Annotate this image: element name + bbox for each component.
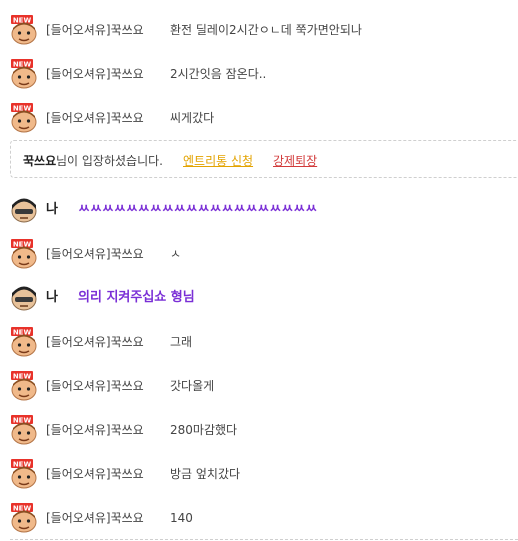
entry-notice: 꾹쓰요 님이 입장하셨습니다. 엔트리통 신청 강제퇴장: [10, 140, 518, 178]
chat-message-text: 씨게갔다: [170, 111, 215, 125]
my-message-text: 의리 지켜주십쇼 형님: [78, 290, 195, 305]
chat-nickname[interactable]: [들어오셔유]꾹쓰요: [46, 378, 144, 394]
new-user-avatar-icon: NEW: [10, 503, 38, 533]
my-avatar-icon: [10, 196, 38, 226]
chat-log: NEW [들어오셔유]꾹쓰요 환전 딜레이2시간ㅇㄴ데 쭉가면안되나 NEW […: [0, 0, 518, 541]
chat-message-text: 갓다올게: [170, 379, 215, 393]
new-user-avatar-icon: NEW: [10, 371, 38, 401]
chat-message: NEW [들어오셔유]꾹쓰요 환전 딜레이2시간ㅇㄴ데 쭉가면안되나: [0, 8, 518, 52]
chat-message-text: 그래: [170, 335, 193, 349]
new-user-avatar-icon: NEW: [10, 415, 38, 445]
chat-message: NEW [들어오셔유]꾹쓰요 280마감했다: [0, 408, 518, 452]
entry-request-link[interactable]: 엔트리통 신청: [183, 152, 253, 169]
chat-message: NEW [들어오셔유]꾹쓰요 씨게갔다: [0, 96, 518, 140]
chat-nickname[interactable]: [들어오셔유]꾹쓰요: [46, 22, 144, 38]
chat-message-text: 방금 엎치갔다: [170, 467, 241, 481]
chat-nickname[interactable]: [들어오셔유]꾹쓰요: [46, 334, 144, 350]
my-avatar-icon: [10, 284, 38, 314]
notice-text: 님이 입장하셨습니다.: [56, 154, 163, 168]
my-nickname: 나: [46, 202, 58, 217]
chat-nickname[interactable]: [들어오셔유]꾹쓰요: [46, 510, 144, 526]
chat-message: NEW [들어오셔유]꾹쓰요 ㅅ: [0, 232, 518, 276]
kick-user-link[interactable]: 강제퇴장: [273, 152, 317, 169]
new-user-avatar-icon: NEW: [10, 239, 38, 269]
my-message-text: ㅆㅆㅆㅆㅆㅆㅆㅆㅆㅆㅆㅆㅆㅆㅆㅆㅆㅆㅆㅆ: [78, 202, 318, 217]
new-user-avatar-icon: NEW: [10, 103, 38, 133]
new-user-avatar-icon: NEW: [10, 59, 38, 89]
chat-nickname[interactable]: [들어오셔유]꾹쓰요: [46, 246, 144, 262]
chat-message-text: 280마감했다: [170, 423, 238, 437]
chat-message-text: 140: [170, 511, 193, 525]
bottom-divider: [10, 539, 518, 540]
chat-nickname[interactable]: [들어오셔유]꾹쓰요: [46, 466, 144, 482]
new-user-avatar-icon: NEW: [10, 459, 38, 489]
new-user-avatar-icon: NEW: [10, 327, 38, 357]
chat-message-text: 2시간잇음 잠온다..: [170, 67, 267, 81]
chat-message: NEW [들어오셔유]꾹쓰요 방금 엎치갔다: [0, 452, 518, 496]
chat-message-text: ㅅ: [170, 247, 182, 261]
chat-message: NEW [들어오셔유]꾹쓰요 2시간잇음 잠온다..: [0, 52, 518, 96]
chat-message-text: 환전 딜레이2시간ㅇㄴ데 쭉가면안되나: [170, 23, 362, 37]
chat-message-mine: 나 의리 지켜주십쇼 형님: [0, 276, 518, 320]
notice-username[interactable]: 꾹쓰요: [23, 152, 56, 169]
chat-message: NEW [들어오셔유]꾹쓰요 그래: [0, 320, 518, 364]
chat-nickname[interactable]: [들어오셔유]꾹쓰요: [46, 110, 144, 126]
chat-message-mine: 나 ㅆㅆㅆㅆㅆㅆㅆㅆㅆㅆㅆㅆㅆㅆㅆㅆㅆㅆㅆㅆ: [0, 188, 518, 232]
chat-nickname[interactable]: [들어오셔유]꾹쓰요: [46, 422, 144, 438]
chat-message: NEW [들어오셔유]꾹쓰요 갓다올게: [0, 364, 518, 408]
my-nickname: 나: [46, 290, 58, 305]
new-user-avatar-icon: NEW: [10, 15, 38, 45]
chat-message: NEW [들어오셔유]꾹쓰요 140: [0, 496, 518, 540]
chat-nickname[interactable]: [들어오셔유]꾹쓰요: [46, 66, 144, 82]
